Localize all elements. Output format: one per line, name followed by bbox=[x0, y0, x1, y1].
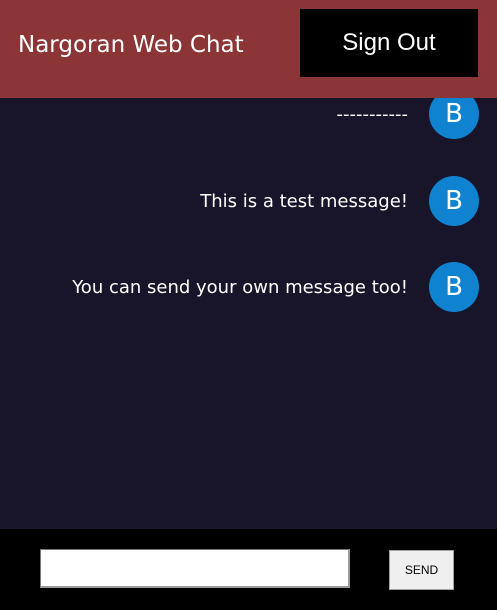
message-text: You can send your own message too! bbox=[72, 276, 408, 298]
chat-app: ----------- B This is a test message! B … bbox=[0, 0, 497, 610]
message-item: This is a test message! B bbox=[200, 176, 479, 226]
message-text: ----------- bbox=[336, 103, 408, 125]
message-input[interactable] bbox=[40, 549, 350, 588]
send-button[interactable]: SEND bbox=[389, 550, 454, 590]
user-avatar: B bbox=[429, 176, 479, 226]
message-item: You can send your own message too! B bbox=[72, 262, 479, 312]
app-title: Nargoran Web Chat bbox=[18, 32, 244, 58]
user-avatar: B bbox=[429, 262, 479, 312]
message-text: This is a test message! bbox=[200, 190, 408, 212]
sign-out-button[interactable]: Sign Out bbox=[300, 9, 478, 77]
app-header: Nargoran Web Chat Sign Out bbox=[0, 0, 497, 98]
message-composer: SEND bbox=[0, 529, 497, 610]
